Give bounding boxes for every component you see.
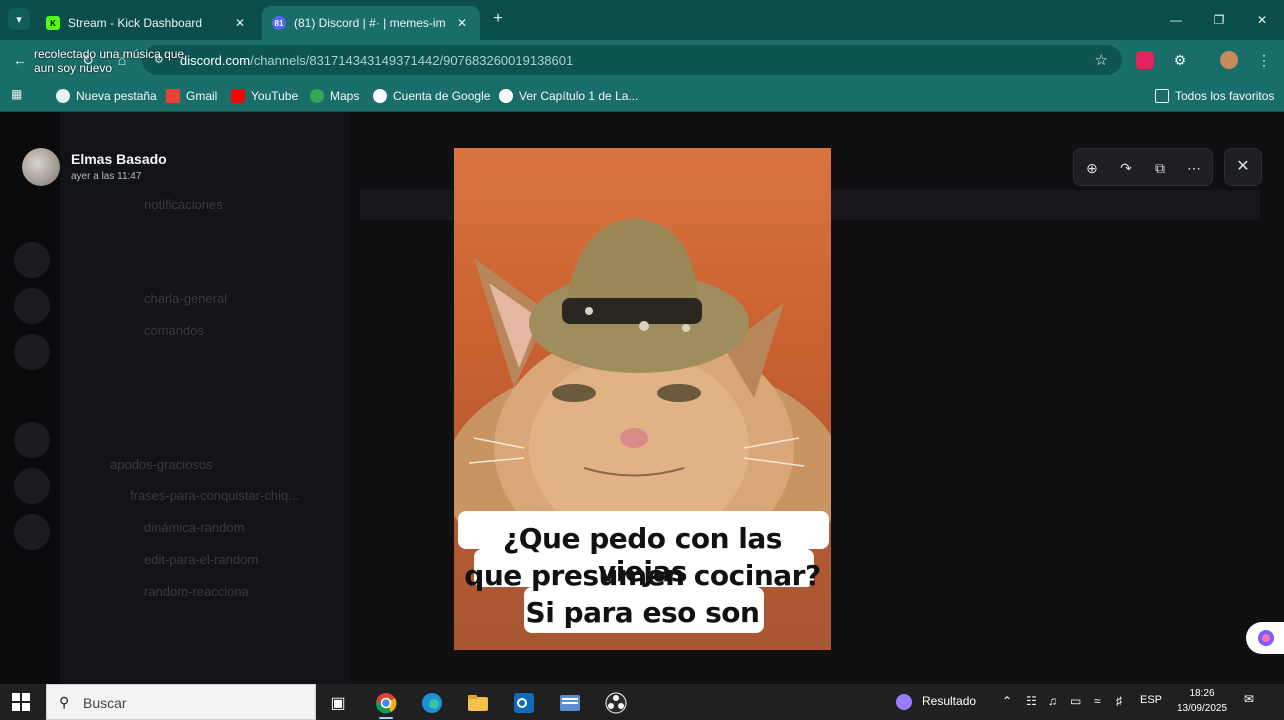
server-icon[interactable] [14,334,50,370]
taskbar-search[interactable]: ⚲ Buscar [46,684,316,720]
open-external-icon[interactable]: ⧉ [1150,158,1170,178]
server-icon[interactable] [14,422,50,458]
tab-title: (81) Discord | #· | memes-im [294,16,446,30]
address-bar[interactable]: ⚙ discord.com/channels/83171434314937144… [142,45,1122,75]
bookmark-maps[interactable]: Maps [310,87,359,105]
close-icon[interactable]: ✕ [232,16,248,30]
brain-icon [1258,630,1274,646]
task-view-icon[interactable]: ▣ [324,690,352,716]
channel-item[interactable]: comandos [144,323,204,338]
extensions-puzzle-icon[interactable]: ⚙ [1170,50,1190,70]
bookmark-capitulo[interactable]: Ver Capítulo 1 de La... [499,87,638,105]
poster-name[interactable]: Elmas Basado [71,151,167,167]
weather-widget[interactable]: Resultado [896,694,976,712]
screen: ▾ K Stream - Kick Dashboard ✕ 81 (81) Di… [0,0,1284,720]
browser-tabstrip: ▾ K Stream - Kick Dashboard ✕ 81 (81) Di… [0,0,1284,40]
server-list [0,112,60,684]
minimize-button[interactable]: — [1166,10,1186,30]
discord-icon: 81 [272,16,286,30]
bookmark-gmail[interactable]: Gmail [166,87,217,105]
bookmark-youtube[interactable]: YouTube [231,87,298,105]
app-window-icon[interactable] [556,690,584,716]
tab-discord[interactable]: 81 (81) Discord | #· | memes-im ✕ [262,6,480,40]
file-explorer-icon[interactable] [464,690,492,716]
edge-icon[interactable] [418,690,446,716]
gmail-icon [166,89,180,103]
show-hidden-icons[interactable]: ⌃ [1002,694,1012,712]
battery-icon[interactable]: ▭ [1070,694,1081,712]
server-icon[interactable] [14,514,50,550]
notifications-icon[interactable]: ✉ [1244,692,1254,710]
extension-icon[interactable] [1136,51,1154,69]
chrome-icon[interactable] [372,690,400,719]
microphone-icon[interactable]: ♫ [1048,694,1057,712]
more-icon[interactable]: ⋯ [1184,158,1204,178]
channel-item[interactable]: edit-para-el-random [144,552,258,567]
channel-item[interactable]: frases-para-conquistar-chiq... [130,488,299,503]
channel-item[interactable]: random-reacciona [144,584,249,599]
search-icon: ⚲ [59,694,70,710]
volume-icon[interactable]: ♯ [1116,694,1122,712]
close-icon[interactable]: ✕ [454,16,470,30]
channel-item[interactable]: notificaciones [144,197,223,212]
windows-start-icon[interactable] [12,693,30,711]
wifi-icon[interactable]: ≈ [1094,694,1101,712]
bookmark-google-account[interactable]: Cuenta de Google [373,87,490,105]
tab-title: Stream - Kick Dashboard [68,16,203,30]
obs-icon[interactable] [602,690,630,716]
tab-kick-dashboard[interactable]: K Stream - Kick Dashboard ✕ [36,6,258,40]
bookmarks-bar: Nueva pestaña Gmail YouTube Maps Cuenta … [0,80,1284,112]
channel-item[interactable]: charla-general [144,291,227,306]
channel-item[interactable]: apodos-graciosos [110,457,213,472]
apps-grid-icon[interactable]: ▦ [11,87,27,103]
kick-icon: K [46,16,60,30]
assistant-widget[interactable] [1246,622,1284,654]
menu-dots-icon[interactable]: ⋮ [1254,50,1274,70]
network-icon[interactable]: ☷ [1026,694,1037,712]
window-close-button[interactable]: ✕ [1252,10,1272,30]
search-placeholder: Buscar [83,695,127,711]
caption-line-2: que presumen cocinar? [464,559,821,592]
url-text: discord.com/channels/831714343149371442/… [180,53,574,68]
google-icon [373,89,387,103]
profile-avatar[interactable] [1220,51,1238,69]
youtube-icon [231,89,245,103]
zoom-in-icon[interactable]: ⊕ [1082,158,1102,178]
poster-avatar[interactable] [22,148,60,186]
folder-icon [1155,89,1169,103]
image-viewer-toolbar: ⊕ ↷ ⧉ ⋯ [1073,148,1213,186]
maps-icon [310,89,324,103]
caption-line-3: Si para eso son [525,596,760,629]
channel-sidebar: notificaciones charla-general comandos a… [60,112,350,684]
restore-button[interactable]: ❐ [1209,10,1229,30]
channel-item[interactable]: dinámica-random [144,520,244,535]
posted-time: ayer a las 11:47 [71,171,142,182]
bookmark-nueva-pestana[interactable]: Nueva pestaña [56,87,157,105]
meme-image[interactable]: ¿Que pedo con las viejas que presumen co… [454,148,831,650]
language-indicator[interactable]: ESP [1140,694,1162,712]
tab-search-button[interactable]: ▾ [8,8,30,30]
outlook-icon[interactable] [510,690,538,716]
server-icon[interactable] [14,288,50,324]
stream-overlay-text: recolectado una música que aun soy nuevo [34,47,185,75]
server-icon[interactable] [14,468,50,504]
server-icon[interactable] [14,242,50,278]
new-tab-button[interactable]: + [488,9,508,29]
forward-icon[interactable]: ↷ [1116,158,1136,178]
all-bookmarks-folder[interactable]: Todos los favoritos [1155,87,1274,105]
back-icon[interactable]: ← [10,50,30,70]
bookmark-star-icon[interactable]: ☆ [1095,51,1108,69]
site-icon [499,89,513,103]
taskbar-clock[interactable]: 18:26 13/09/2025 [1166,686,1238,716]
globe-icon [56,89,70,103]
brain-icon [896,694,912,710]
viewer-close-button[interactable]: ✕ [1224,148,1262,186]
